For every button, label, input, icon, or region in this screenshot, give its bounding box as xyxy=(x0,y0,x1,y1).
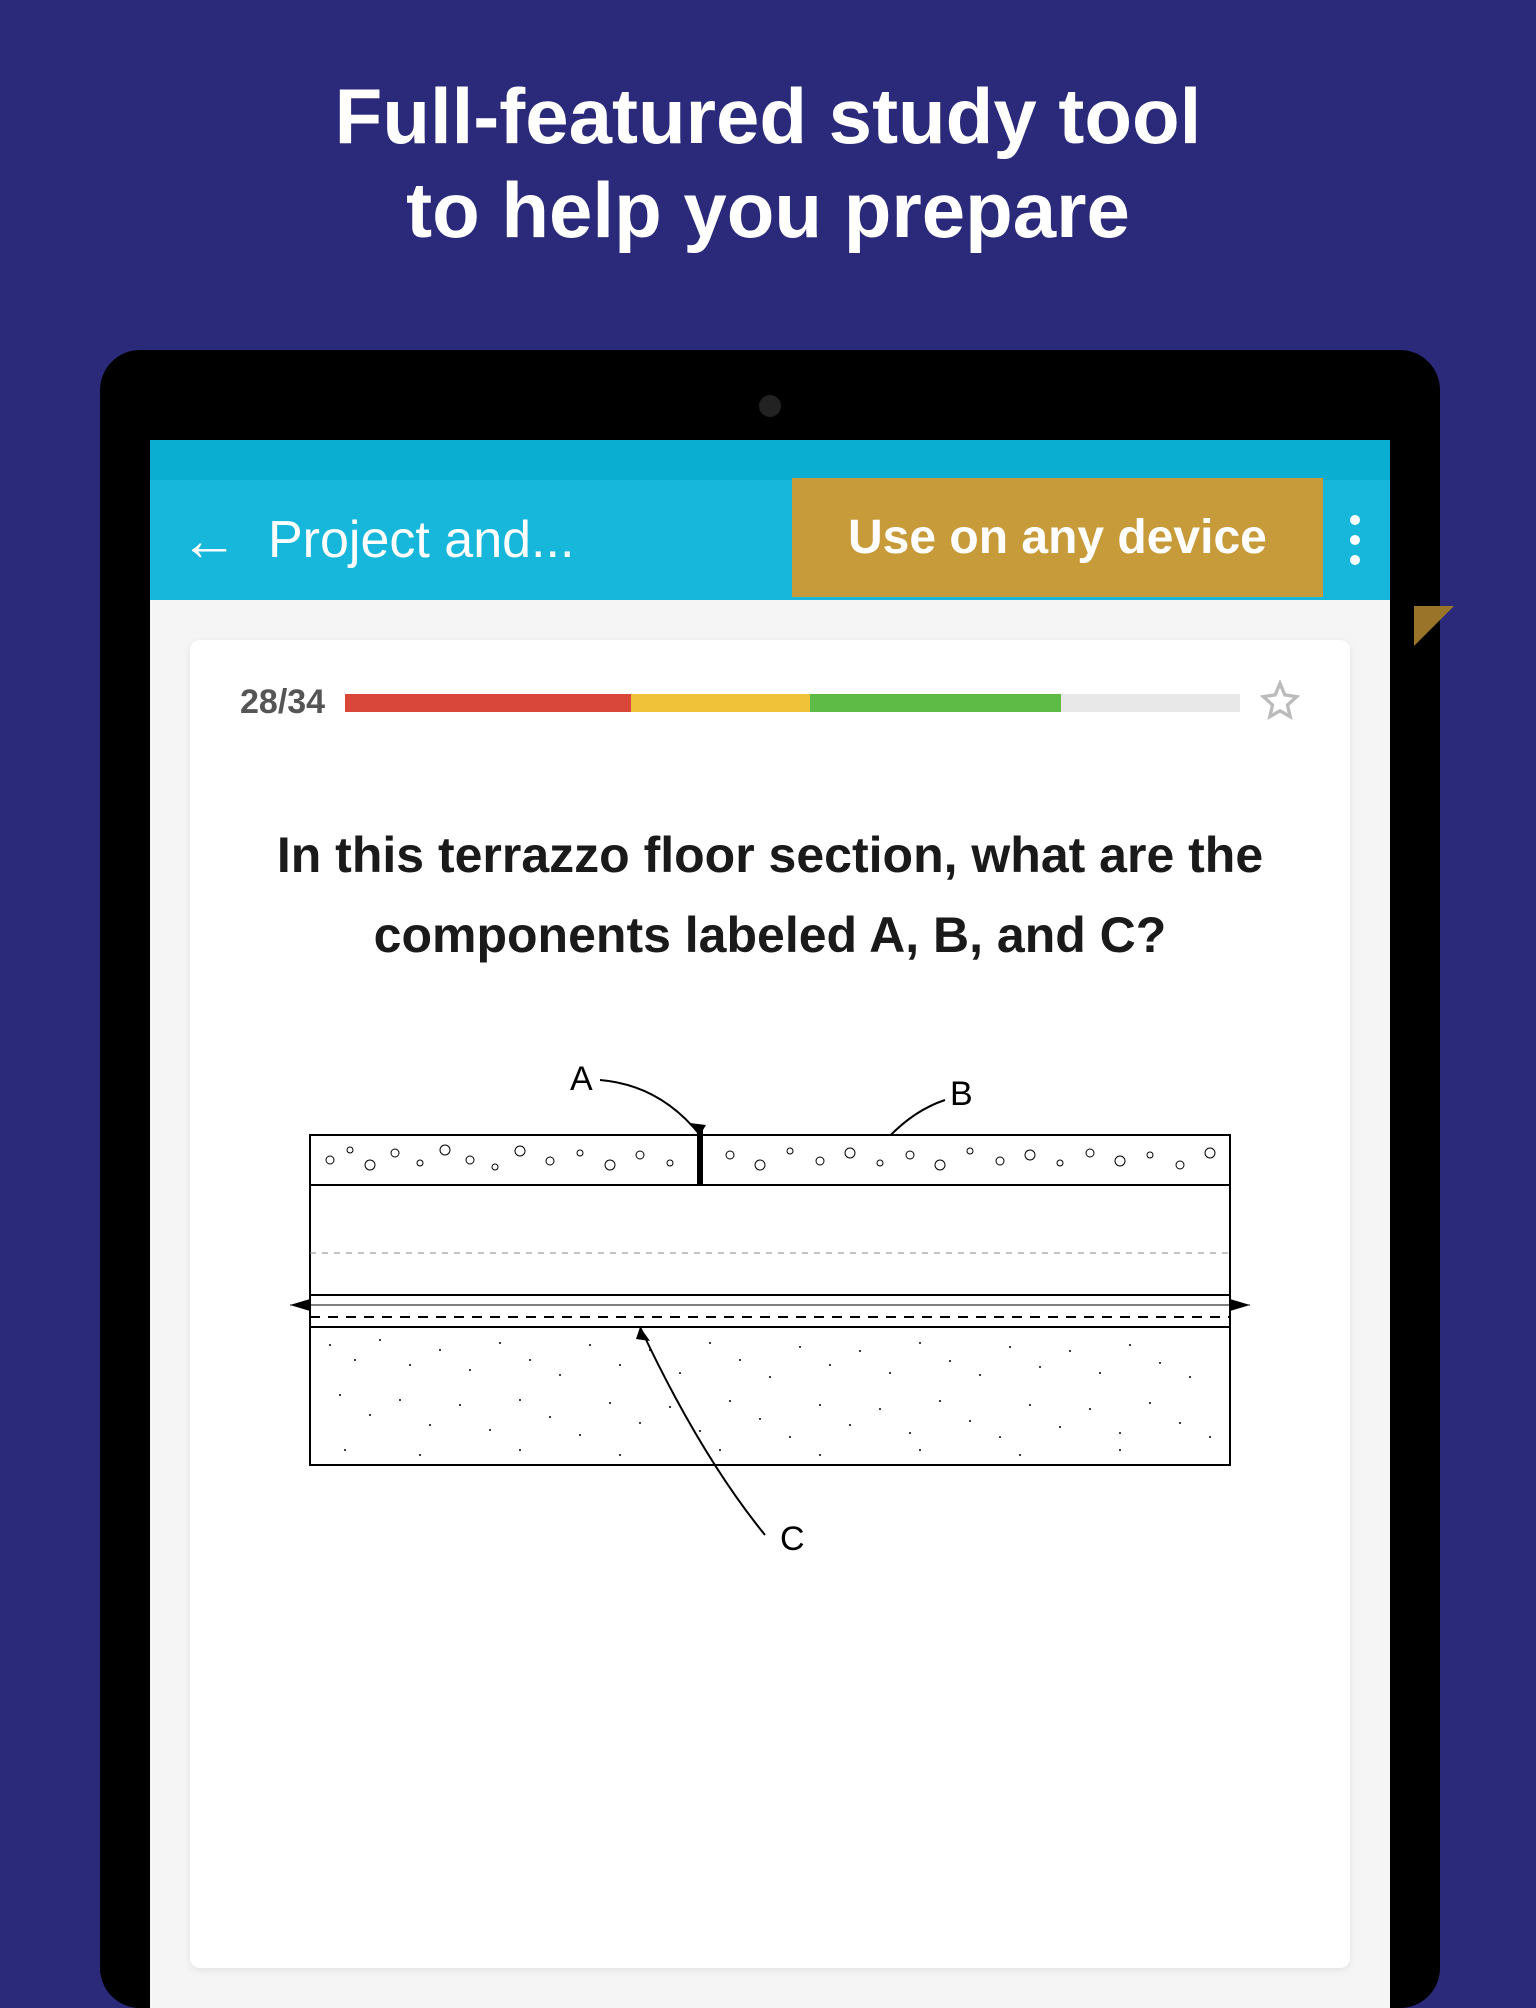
more-menu-icon[interactable] xyxy=(1350,515,1360,565)
progress-bar xyxy=(345,694,1240,712)
diagram-label-c: C xyxy=(780,1520,805,1555)
tablet-screen: ← Project and... 28/34 xyxy=(150,440,1390,2008)
card-header: 28/34 xyxy=(240,680,1300,725)
diagram-label-b: B xyxy=(950,1075,973,1113)
headline-line1: Full-featured study tool xyxy=(0,70,1536,164)
back-arrow-icon[interactable]: ← xyxy=(180,507,238,574)
question-text: In this terrazzo floor section, what are… xyxy=(240,815,1300,975)
question-diagram: A B xyxy=(240,1055,1300,1555)
favorite-star-icon[interactable] xyxy=(1260,680,1300,725)
headline-line2: to help you prepare xyxy=(0,164,1536,258)
callout-badge: Use on any device xyxy=(792,478,1323,597)
tablet-frame: ← Project and... 28/34 xyxy=(100,350,1440,2008)
tablet-camera xyxy=(759,395,781,417)
progress-segment-yellow xyxy=(631,694,810,712)
callout-fold xyxy=(1414,606,1454,646)
content-area: 28/34 In this terrazzo floor section, wh… xyxy=(150,600,1390,2008)
question-counter: 28/34 xyxy=(240,683,325,722)
progress-segment-red xyxy=(345,694,631,712)
diagram-label-a: A xyxy=(570,1060,593,1098)
status-bar xyxy=(150,440,1390,480)
marketing-headline: Full-featured study tool to help you pre… xyxy=(0,0,1536,257)
question-card: 28/34 In this terrazzo floor section, wh… xyxy=(190,640,1350,1968)
progress-segment-green xyxy=(810,694,1061,712)
